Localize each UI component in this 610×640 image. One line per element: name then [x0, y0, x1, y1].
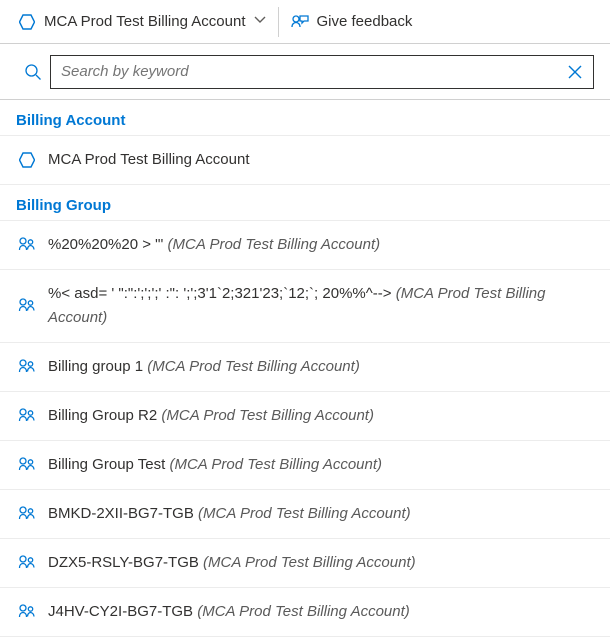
scope-dropdown-label: MCA Prod Test Billing Account — [44, 13, 246, 30]
list-item-label: MCA Prod Test Billing Account — [48, 151, 250, 168]
list-item-label: %20%20%20 > "' — [48, 236, 168, 253]
list-item-label: BMKD-2XII-BG7-TGB — [48, 505, 198, 522]
list-item[interactable]: Billing Group Test (MCA Prod Test Billin… — [0, 441, 610, 490]
section-header-billing-group: Billing Group — [0, 185, 610, 221]
group-icon — [16, 297, 38, 315]
search-icon — [16, 63, 50, 81]
group-icon — [16, 456, 38, 474]
list-item-label: Billing group 1 — [48, 358, 147, 375]
group-icon — [16, 358, 38, 376]
group-icon — [16, 554, 38, 572]
list-item[interactable]: Billing Group R2 (MCA Prod Test Billing … — [0, 392, 610, 441]
chevron-down-icon — [254, 14, 266, 29]
scope-dropdown[interactable]: MCA Prod Test Billing Account — [8, 0, 276, 43]
list-item-label: Billing Group Test — [48, 456, 169, 473]
list-item[interactable]: MCA Prod Test Billing Account — [0, 136, 610, 185]
list-item-context: (MCA Prod Test Billing Account) — [203, 554, 416, 571]
hexagon-icon — [18, 13, 36, 31]
group-icon — [16, 407, 38, 425]
list-item-context: (MCA Prod Test Billing Account) — [168, 236, 381, 253]
list-item[interactable]: %20%20%20 > "' (MCA Prod Test Billing Ac… — [0, 221, 610, 270]
clear-search-button[interactable] — [561, 58, 589, 86]
list-item-label: Billing Group R2 — [48, 407, 161, 424]
list-item-label: J4HV-CY2I-BG7-TGB — [48, 603, 197, 620]
give-feedback-button[interactable]: Give feedback — [281, 0, 423, 43]
section-header-billing-account: Billing Account — [0, 100, 610, 136]
list-item-label: DZX5-RSLY-BG7-TGB — [48, 554, 203, 571]
list-item[interactable]: %< asd= ' ":":';';';' :": ';';3'1`2;321'… — [0, 270, 610, 343]
list-item-label: %< asd= ' ":":';';';' :": ';';3'1`2;321'… — [48, 285, 396, 302]
group-icon — [16, 236, 38, 254]
results-panel[interactable]: Billing Account MCA Prod Test Billing Ac… — [0, 100, 610, 640]
hexagon-icon — [16, 152, 38, 168]
give-feedback-label: Give feedback — [317, 13, 413, 30]
search-input[interactable] — [61, 56, 561, 88]
list-item-context: (MCA Prod Test Billing Account) — [197, 603, 410, 620]
list-item[interactable]: DZX5-RSLY-BG7-TGB (MCA Prod Test Billing… — [0, 539, 610, 588]
list-item-context: (MCA Prod Test Billing Account) — [198, 505, 411, 522]
list-item-context: (MCA Prod Test Billing Account) — [161, 407, 374, 424]
list-item[interactable]: J4HV-CY2I-BG7-TGB (MCA Prod Test Billing… — [0, 588, 610, 637]
list-item-context: (MCA Prod Test Billing Account) — [169, 456, 382, 473]
list-item[interactable]: Billing group 1 (MCA Prod Test Billing A… — [0, 343, 610, 392]
divider — [278, 7, 279, 37]
group-icon — [16, 505, 38, 523]
list-item-context: (MCA Prod Test Billing Account) — [147, 358, 360, 375]
feedback-icon — [291, 13, 309, 31]
list-item[interactable]: BMKD-2XII-BG7-TGB (MCA Prod Test Billing… — [0, 490, 610, 539]
group-icon — [16, 603, 38, 621]
